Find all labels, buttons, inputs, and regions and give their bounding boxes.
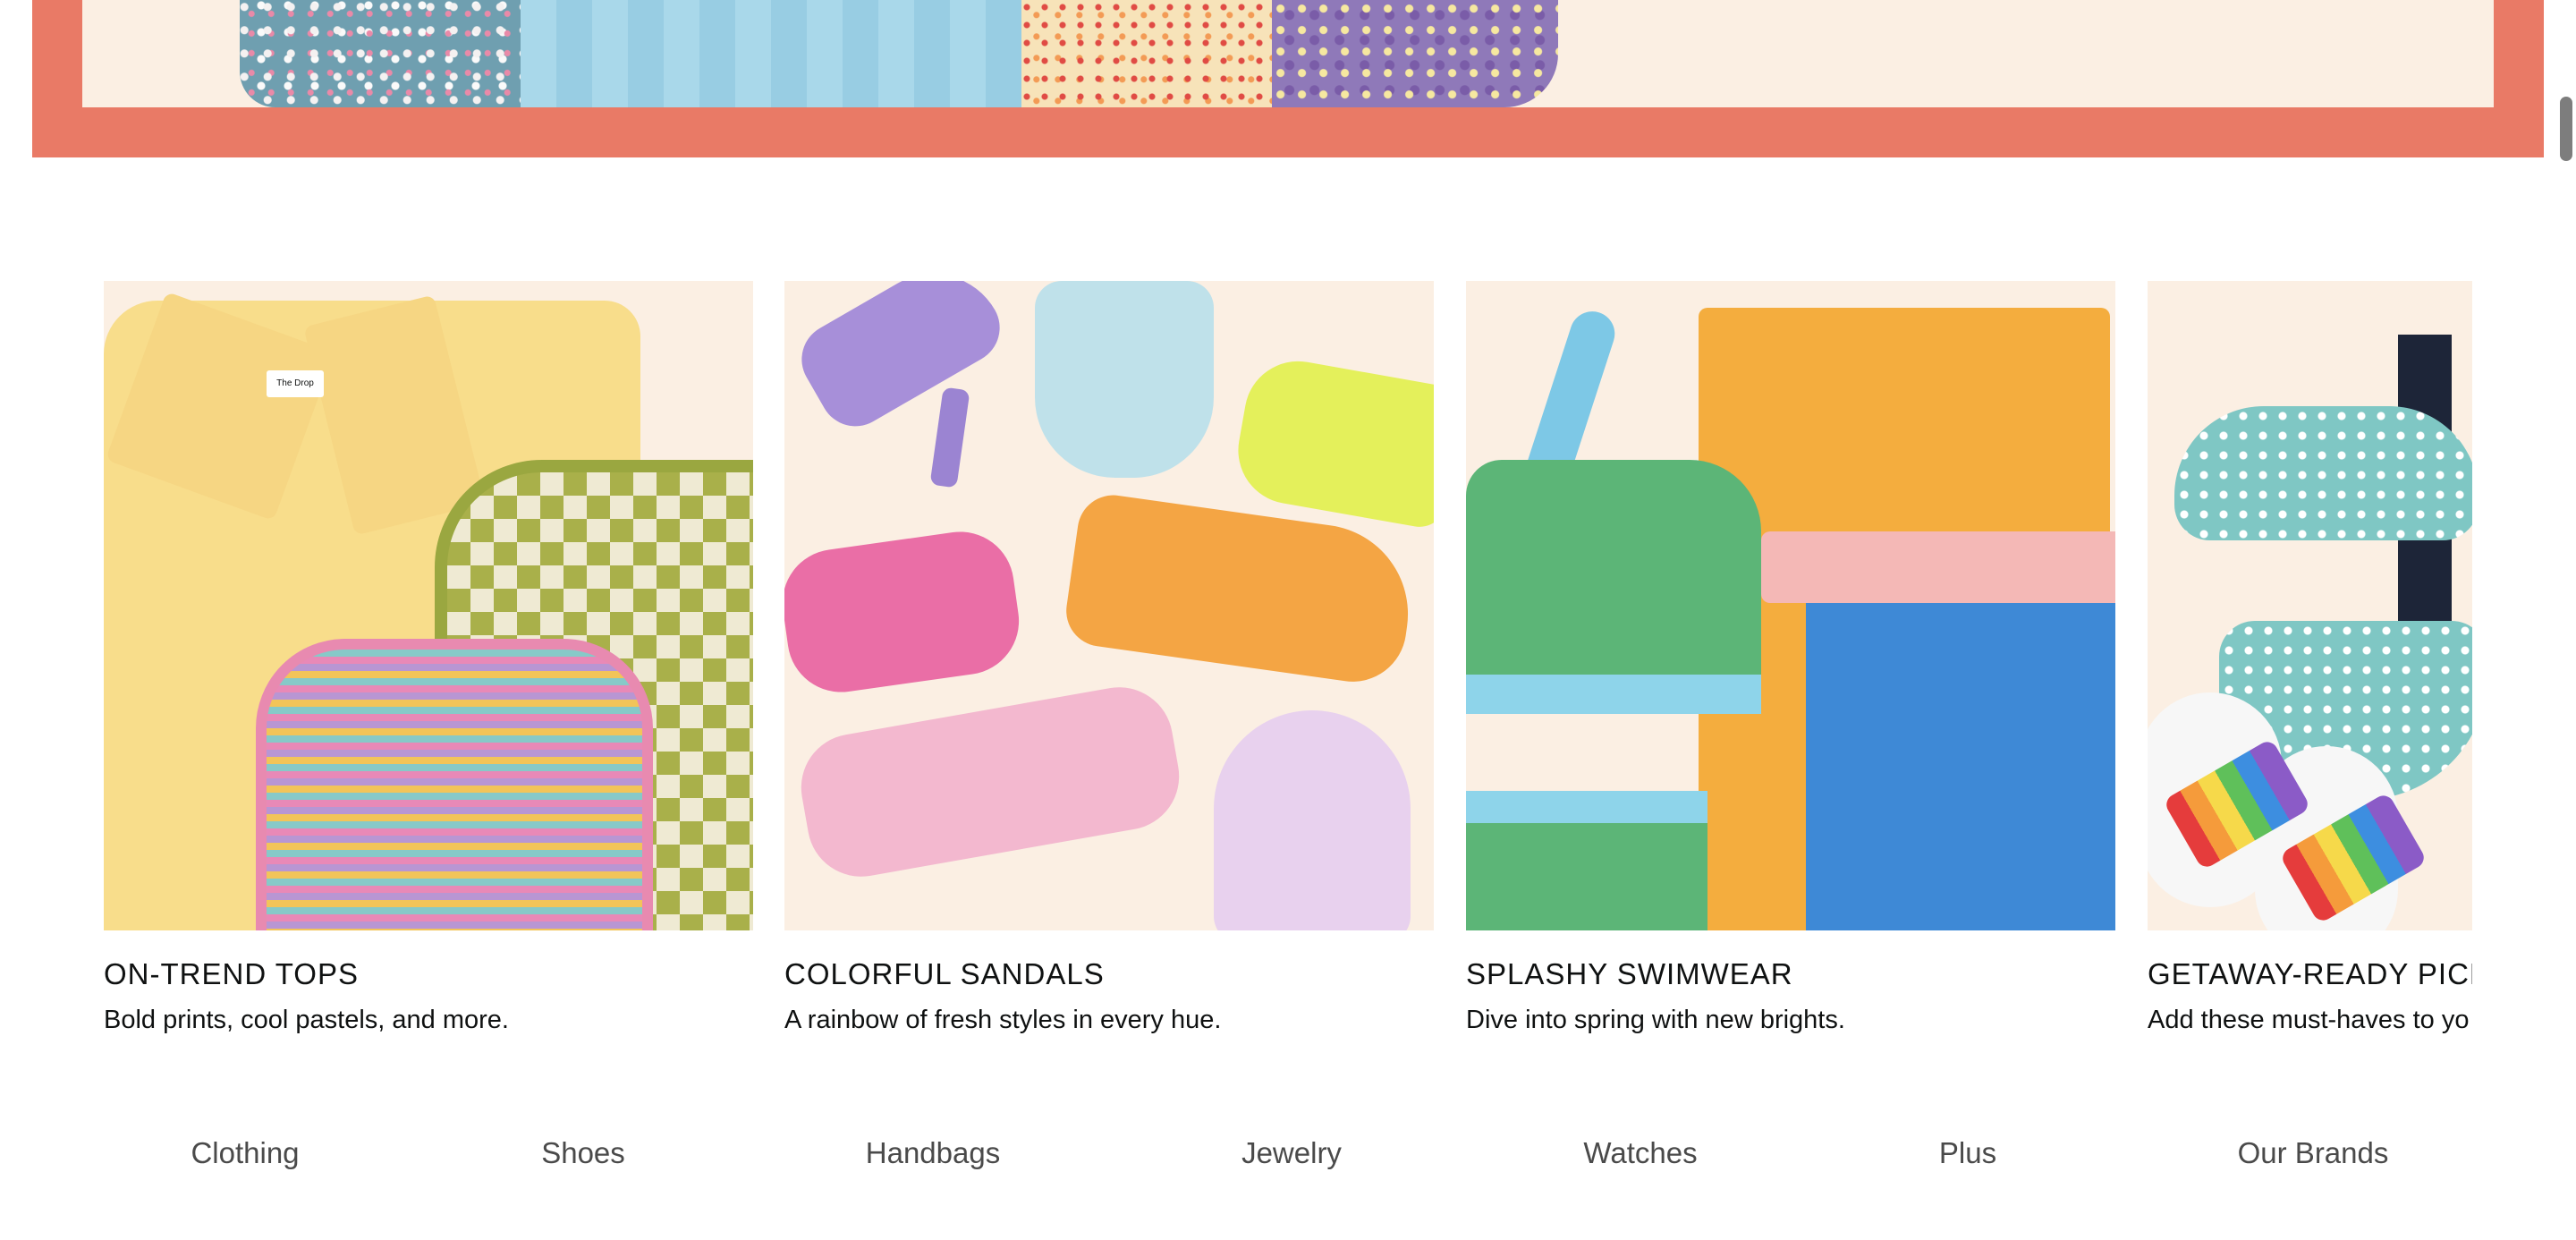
floral-dress-blue bbox=[240, 0, 562, 107]
card-subtitle: Bold prints, cool pastels, and more. bbox=[104, 1006, 509, 1034]
brand-tag: The Drop bbox=[267, 370, 324, 397]
category-nav: Clothing Shoes Handbags Jewelry Watches … bbox=[0, 1136, 2558, 1199]
card-subtitle: Add these must-haves to yo bbox=[2148, 1006, 2470, 1034]
hero-image bbox=[82, 0, 2494, 107]
card-subtitle: A rainbow of fresh styles in every hue. bbox=[784, 1006, 1222, 1034]
pink-buckle-heel bbox=[792, 678, 1188, 886]
purple-heel bbox=[788, 281, 1013, 439]
nav-link-clothing[interactable]: Clothing bbox=[191, 1136, 299, 1170]
nav-link-our-brands[interactable]: Our Brands bbox=[2238, 1136, 2389, 1170]
nav-link-shoes[interactable]: Shoes bbox=[541, 1136, 625, 1170]
floral-bikini-top bbox=[2174, 406, 2472, 540]
scrollbar[interactable] bbox=[2555, 0, 2576, 1240]
card-on-trend-tops[interactable]: The Drop ON-TREND TOPS Bold prints, cool… bbox=[104, 281, 753, 1068]
card-splashy-swimwear[interactable]: SPLASHY SWIMWEAR Dive into spring with n… bbox=[1466, 281, 2115, 1068]
nav-link-jewelry[interactable]: Jewelry bbox=[1241, 1136, 1342, 1170]
card-colorful-sandals[interactable]: COLORFUL SANDALS A rainbow of fresh styl… bbox=[784, 281, 1434, 1068]
lime-sandal bbox=[1229, 352, 1434, 531]
category-carousel: The Drop ON-TREND TOPS Bold prints, cool… bbox=[104, 281, 2472, 1068]
blue-slide bbox=[1035, 281, 1214, 478]
purple-heel-spike bbox=[929, 386, 970, 488]
orange-heel bbox=[1062, 490, 1419, 689]
nav-link-handbags[interactable]: Handbags bbox=[866, 1136, 1000, 1170]
pink-waistband bbox=[1761, 531, 2115, 603]
card-subtitle: Dive into spring with new brights. bbox=[1466, 1006, 1845, 1034]
card-image-tops[interactable]: The Drop bbox=[104, 281, 753, 930]
green-bikini-bottom bbox=[1466, 791, 1707, 930]
tulle-dress-light-blue bbox=[521, 0, 1021, 107]
nav-link-watches[interactable]: Watches bbox=[1583, 1136, 1697, 1170]
card-image-getaway[interactable] bbox=[2148, 281, 2472, 930]
hero-banner[interactable] bbox=[32, 0, 2544, 157]
card-title[interactable]: ON-TREND TOPS bbox=[104, 957, 359, 991]
card-title[interactable]: SPLASHY SWIMWEAR bbox=[1466, 957, 1793, 991]
card-image-sandals[interactable] bbox=[784, 281, 1434, 930]
card-title[interactable]: GETAWAY-READY PICKS bbox=[2148, 957, 2472, 991]
multicolor-knit-tank bbox=[256, 639, 653, 930]
page: The Drop ON-TREND TOPS Bold prints, cool… bbox=[0, 0, 2576, 1240]
card-title[interactable]: COLORFUL SANDALS bbox=[784, 957, 1105, 991]
card-image-swimwear[interactable] bbox=[1466, 281, 2115, 930]
floral-dress-purple bbox=[1272, 0, 1558, 107]
scrollbar-thumb[interactable] bbox=[2560, 97, 2572, 161]
nav-link-plus[interactable]: Plus bbox=[1939, 1136, 1996, 1170]
bikini-top-band bbox=[1466, 675, 1761, 714]
pink-braided-sandal bbox=[784, 524, 1026, 700]
lilac-slide bbox=[1214, 710, 1411, 930]
card-getaway-ready-picks[interactable]: GETAWAY-READY PICKS Add these must-haves… bbox=[2148, 281, 2472, 1068]
green-bikini-top bbox=[1466, 460, 1761, 692]
